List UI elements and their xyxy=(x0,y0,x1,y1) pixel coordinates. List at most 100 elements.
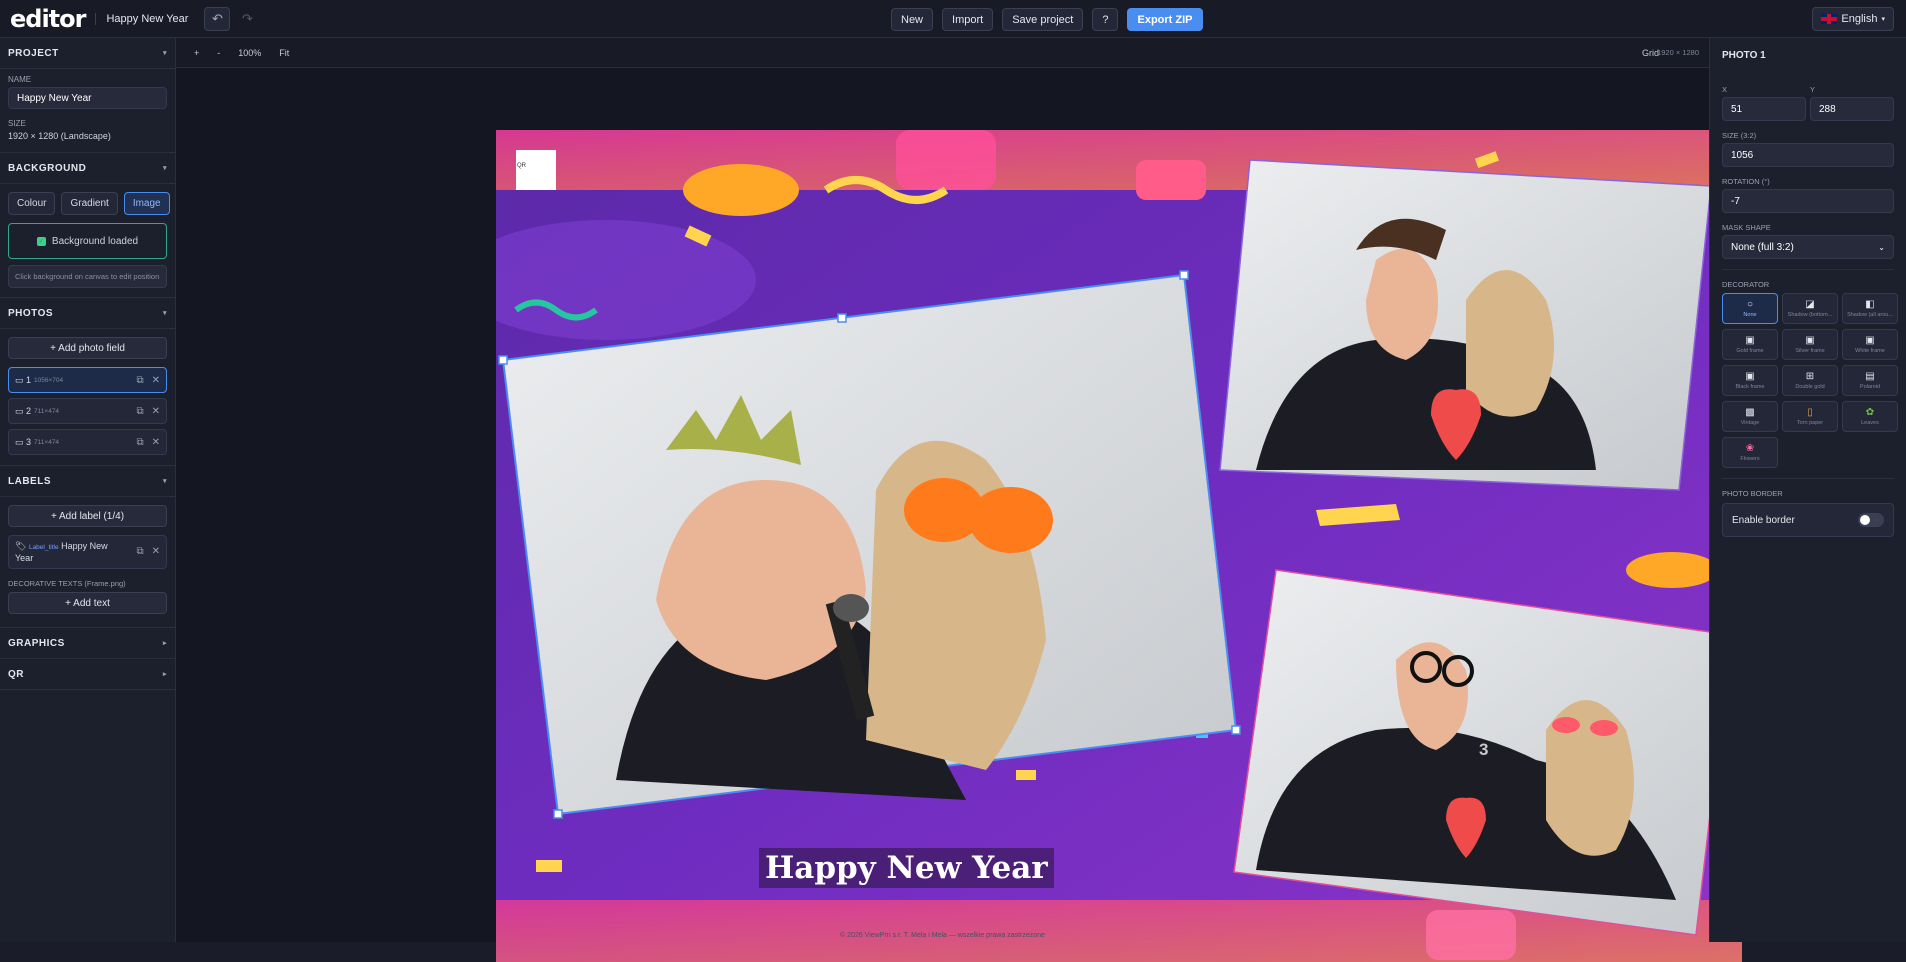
photo-dims: 711×474 xyxy=(34,438,60,446)
frame-icon: ▣ xyxy=(1745,370,1755,382)
decorator-double-gold[interactable]: ⊞ Double gold xyxy=(1782,365,1838,396)
photo-border-label: PHOTO BORDER xyxy=(1722,489,1783,498)
fit-button[interactable]: Fit xyxy=(279,48,289,58)
photo-number: 3 xyxy=(26,437,32,447)
project-section-header[interactable]: PROJECT ▾ xyxy=(0,38,175,69)
collapse-caret-icon: ▾ xyxy=(162,50,167,57)
close-icon[interactable]: ✕ xyxy=(152,375,160,386)
decorator-white-frame[interactable]: ▣ White frame xyxy=(1842,329,1898,360)
x-input[interactable]: 51 xyxy=(1722,97,1806,121)
tab-gradient[interactable]: Gradient xyxy=(61,192,118,215)
close-icon[interactable]: ✕ xyxy=(152,406,160,417)
background-hint: Click background on canvas to edit posit… xyxy=(8,265,167,288)
size-input[interactable]: 1056 xyxy=(1722,143,1894,167)
save-project-button[interactable]: Save project xyxy=(1002,8,1084,31)
decorator-shadow-bottom[interactable]: ◪ Shadow (bottom... xyxy=(1782,293,1838,324)
footer-copyright: © 2026 ViewPrn s.r. T. Mela i Mela — wsz… xyxy=(840,932,1045,939)
image-icon: ▭ xyxy=(15,374,24,385)
decorator-label: Shadow (all arou... xyxy=(1847,311,1893,318)
language-select[interactable]: English ▾ xyxy=(1812,7,1894,31)
polaroid-icon: ▤ xyxy=(1865,370,1875,382)
decorator-leaves[interactable]: ✿ Leaves xyxy=(1842,401,1898,432)
decorator-label: Torn paper xyxy=(1796,419,1824,426)
mask-shape-value: None (full 3:2) xyxy=(1731,241,1794,253)
mask-shape-select[interactable]: None (full 3:2) ⌄ xyxy=(1722,235,1894,259)
section-title: GRAPHICS xyxy=(8,637,65,649)
close-icon[interactable]: ✕ xyxy=(152,547,160,557)
frame-icon: ▣ xyxy=(1805,334,1815,346)
zoom-in-button[interactable]: + xyxy=(194,48,199,58)
name-label: NAME xyxy=(8,75,32,84)
decorator-vintage[interactable]: ▩ Vintage xyxy=(1722,401,1778,432)
collapse-caret-icon: ▾ xyxy=(162,165,167,172)
decorator-label: Silver frame xyxy=(1795,347,1825,354)
duplicate-icon[interactable]: ⧉ xyxy=(136,547,143,557)
label-tag: Label_title xyxy=(28,544,59,551)
labels-section-header[interactable]: LABELS ▾ xyxy=(0,466,175,497)
qr-placeholder[interactable]: QR xyxy=(517,163,526,169)
decorator-grid: ○ None ◪ Shadow (bottom... ◧ Shadow (all ar… xyxy=(1722,293,1898,468)
decorator-shadow-all[interactable]: ◧ Shadow (all arou... xyxy=(1842,293,1898,324)
shadow-icon: ◪ xyxy=(1805,298,1815,310)
decorator-silver-frame[interactable]: ▣ Silver frame xyxy=(1782,329,1838,360)
photo-item[interactable]: ▭ 1 1056×704 ⧉ ✕ xyxy=(8,367,167,393)
decorator-label: Vintage xyxy=(1740,419,1760,426)
undo-button[interactable]: ↶ xyxy=(204,6,231,31)
zoom-level: 100% xyxy=(238,47,262,58)
graphics-section-header[interactable]: GRAPHICS ▸ xyxy=(0,628,175,659)
background-status[interactable]: ✓ Background loaded xyxy=(8,223,167,259)
image-icon: ▭ xyxy=(15,405,24,416)
label-item[interactable]: 🏷 Label_title Happy New Year ⧉ ✕ xyxy=(8,535,167,569)
import-button[interactable]: Import xyxy=(942,8,994,31)
tab-image[interactable]: Image xyxy=(123,192,170,215)
photo-item[interactable]: ▭ 3 711×474 ⧉ ✕ xyxy=(8,429,167,455)
decorator-label: Shadow (bottom... xyxy=(1787,311,1833,318)
tab-colour[interactable]: Colour xyxy=(8,192,56,215)
decorator-label: Black frame xyxy=(1735,383,1765,390)
design-canvas[interactable]: QR 3 Happy New Year xyxy=(496,130,1742,962)
duplicate-icon[interactable]: ⧉ xyxy=(136,375,143,386)
background-section-header[interactable]: BACKGROUND ▾ xyxy=(0,153,175,184)
add-photo-field-button[interactable]: + Add photo field xyxy=(8,337,167,359)
circle-icon: ○ xyxy=(1746,298,1754,310)
size-label: SIZE xyxy=(8,119,26,128)
check-icon: ✓ xyxy=(36,236,46,246)
panel-title: PHOTO 1 xyxy=(1722,50,1766,61)
canvas-title-label[interactable]: Happy New Year xyxy=(759,848,1054,888)
flower-icon: ❀ xyxy=(1745,442,1755,454)
add-text-button[interactable]: + Add text xyxy=(8,592,167,614)
section-title: LABELS xyxy=(8,475,51,487)
enable-border-toggle[interactable] xyxy=(1858,513,1884,527)
canvas-area: + - 100% Fit Grid 1920 × 1280 QR 3 Happy… xyxy=(176,38,1742,962)
photo-item[interactable]: ▭ 2 711×474 ⧉ ✕ xyxy=(8,398,167,424)
decorator-polaroid[interactable]: ▤ Polaroid xyxy=(1842,365,1898,396)
chevron-down-icon: ⌄ xyxy=(1878,242,1885,252)
decorator-torn-paper[interactable]: ▯ Torn paper xyxy=(1782,401,1838,432)
duplicate-icon[interactable]: ⧉ xyxy=(136,406,143,417)
decorator-black-frame[interactable]: ▣ Black frame xyxy=(1722,365,1778,396)
photo-3-number: 3 xyxy=(1479,740,1489,759)
zoom-out-button[interactable]: - xyxy=(217,48,220,58)
redo-button[interactable]: ↷ xyxy=(234,7,260,31)
decorator-label: None xyxy=(1743,311,1757,318)
enable-border-row: Enable border xyxy=(1722,503,1894,537)
photo-dims: 1056×704 xyxy=(34,376,64,384)
duplicate-icon[interactable]: ⧉ xyxy=(136,437,143,448)
decorator-gold-frame[interactable]: ▣ Gold frame xyxy=(1722,329,1778,360)
canvas-toolbar: + - 100% Fit Grid 1920 × 1280 xyxy=(176,38,1709,68)
qr-section-header[interactable]: QR ▸ xyxy=(0,659,175,690)
close-icon[interactable]: ✕ xyxy=(152,437,160,448)
help-button[interactable]: ? xyxy=(1092,8,1119,31)
language-label: English xyxy=(1841,13,1878,25)
add-label-button[interactable]: + Add label (1/4) xyxy=(8,505,167,527)
y-input[interactable]: 288 xyxy=(1810,97,1894,121)
decorator-none[interactable]: ○ None xyxy=(1722,293,1778,324)
mask-shape-label: MASK SHAPE xyxy=(1722,223,1771,232)
rotation-input[interactable]: -7 xyxy=(1722,189,1894,213)
project-name-input[interactable]: Happy New Year xyxy=(8,87,167,109)
export-zip-button[interactable]: Export ZIP xyxy=(1127,8,1203,31)
new-button[interactable]: New xyxy=(891,8,934,31)
photos-section-header[interactable]: PHOTOS ▾ xyxy=(0,298,175,329)
decorator-flowers[interactable]: ❀ Flowers xyxy=(1722,437,1778,468)
frame-icon: ▣ xyxy=(1745,334,1755,346)
